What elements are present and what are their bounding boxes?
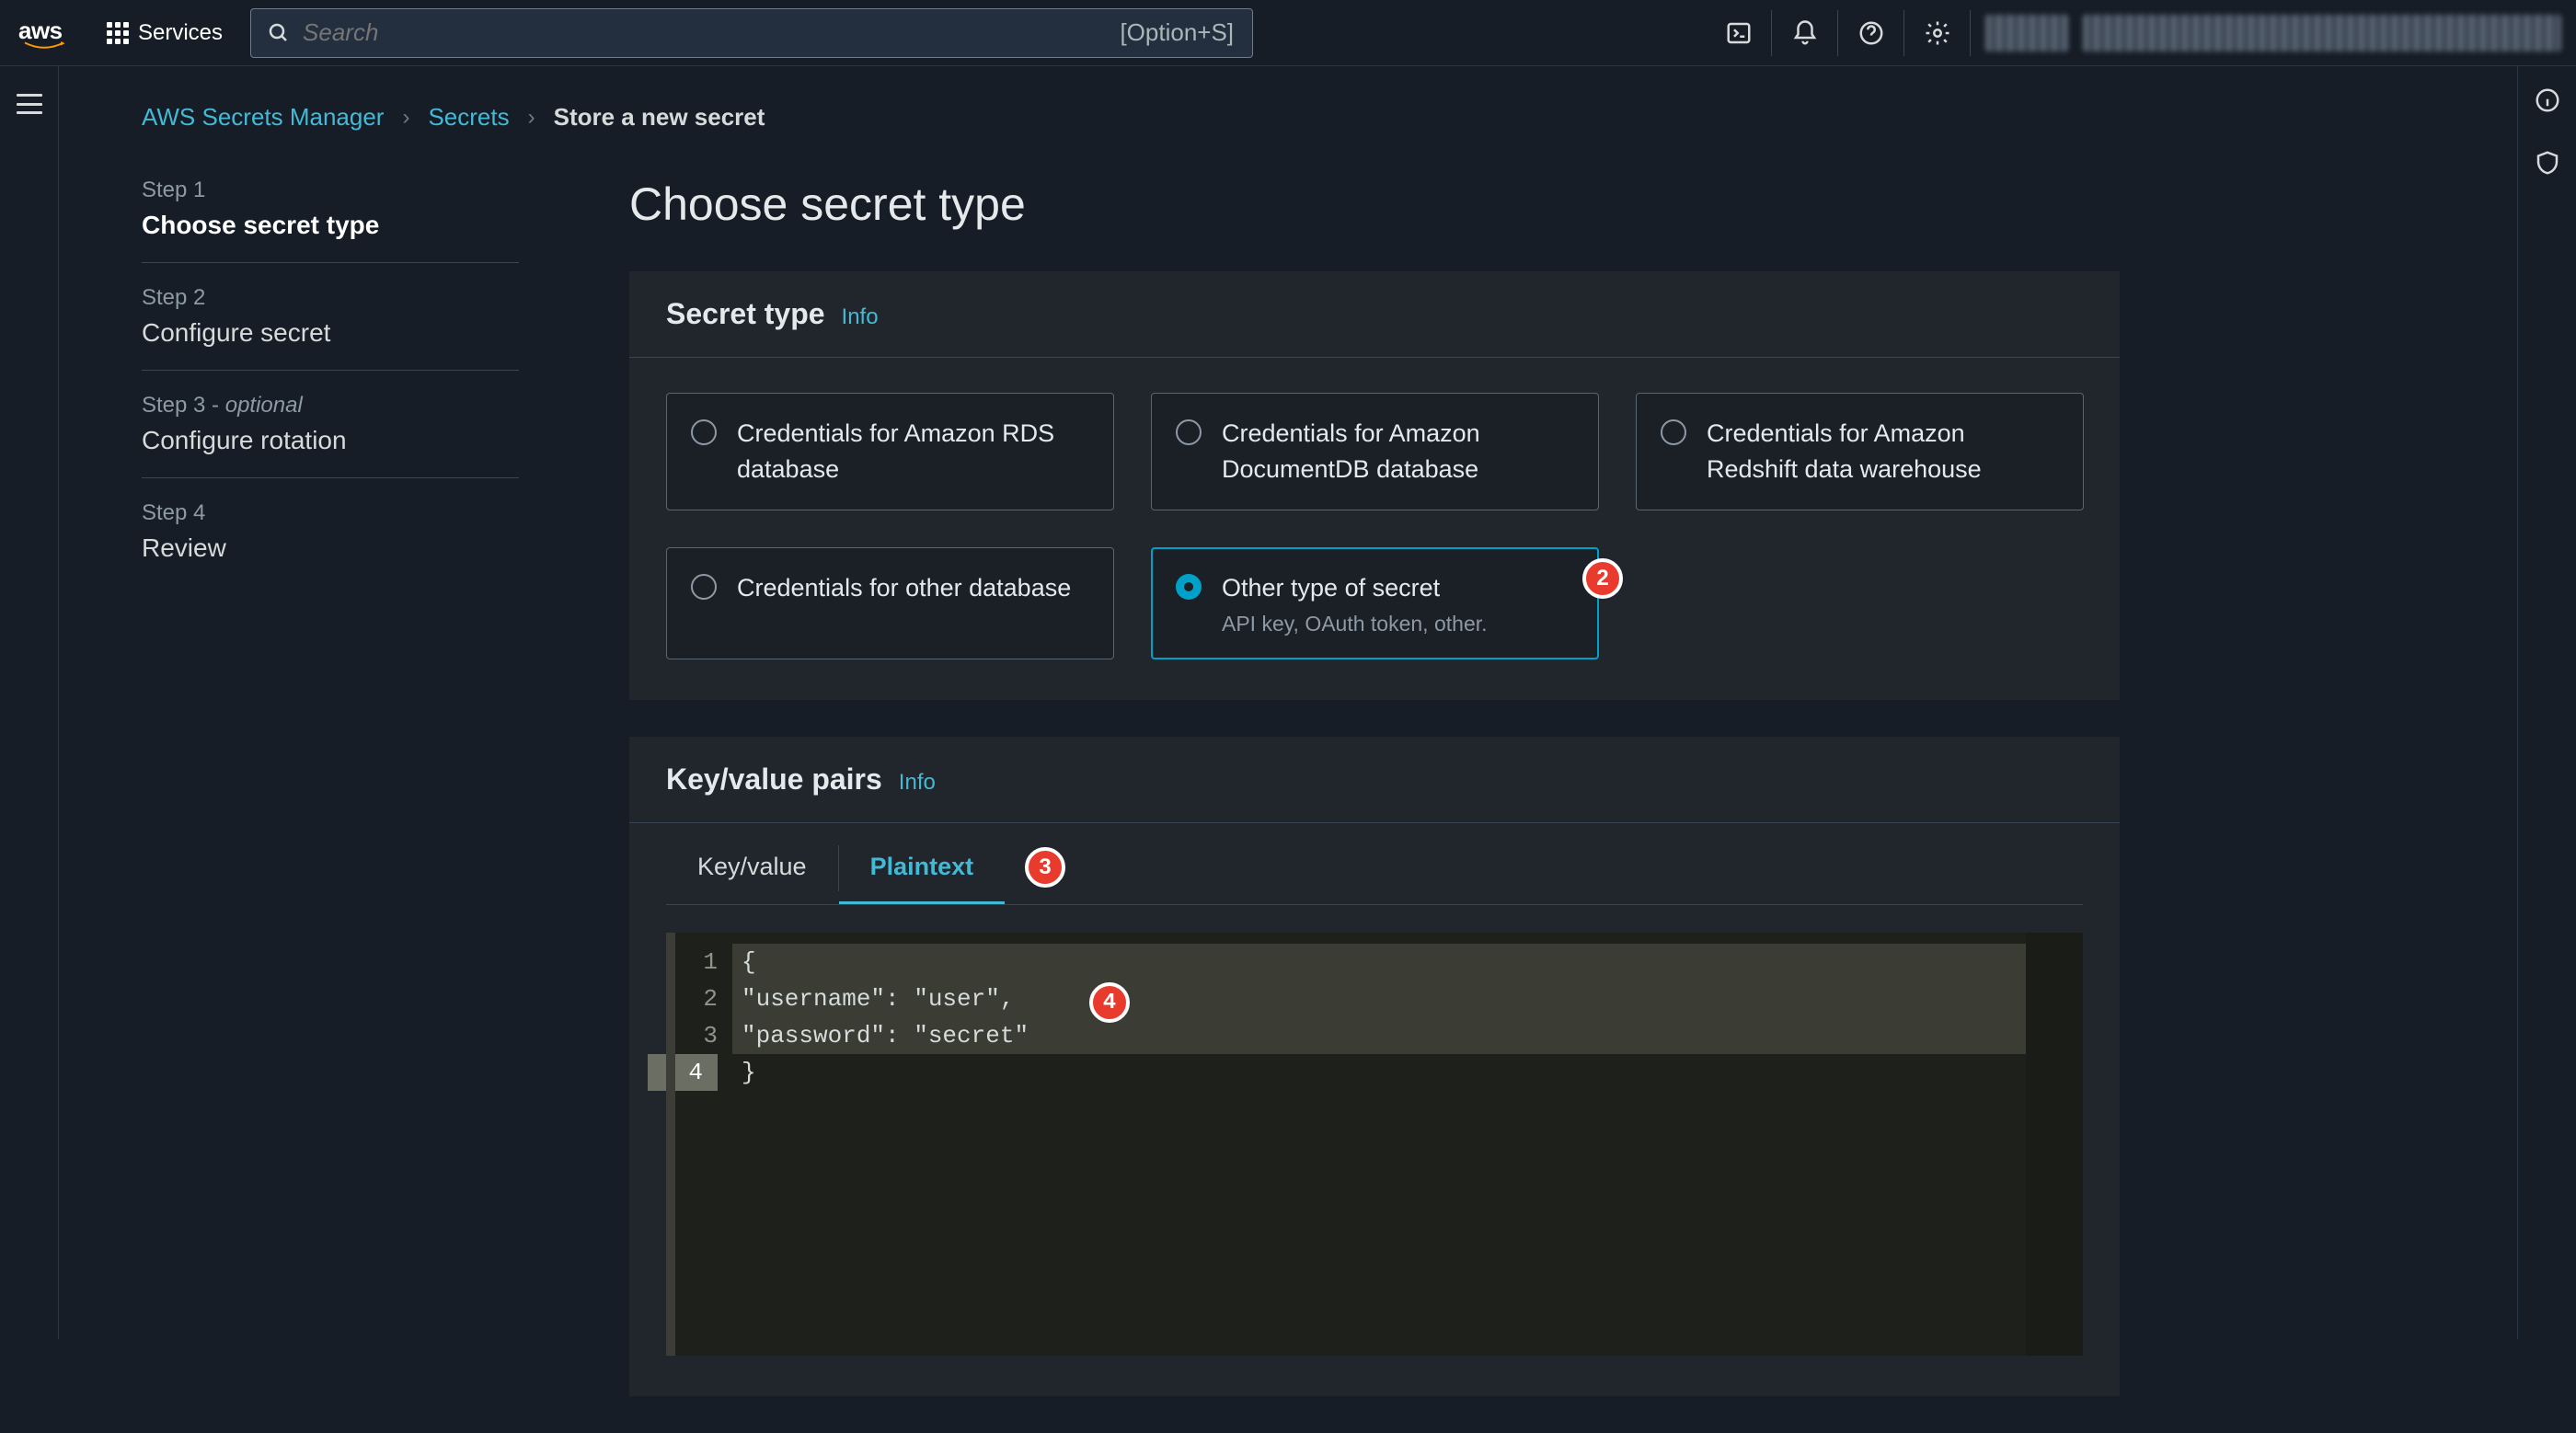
- search-input[interactable]: [303, 18, 1120, 47]
- radio-documentdb[interactable]: Credentials for Amazon DocumentDB databa…: [1151, 393, 1599, 510]
- step-1[interactable]: Step 1 Choose secret type: [142, 178, 519, 263]
- radio-redshift[interactable]: Credentials for Amazon Redshift data war…: [1636, 393, 2084, 510]
- plaintext-editor[interactable]: 1234 { "username": "user", "password": "…: [666, 933, 2083, 1356]
- secret-type-panel: Secret type Info Credentials for Amazon …: [629, 271, 2120, 700]
- code-body[interactable]: { "username": "user", "password": "secre…: [732, 933, 2083, 1356]
- radio-rds[interactable]: Credentials for Amazon RDS database: [666, 393, 1114, 510]
- hamburger-icon[interactable]: [17, 94, 42, 114]
- grid-icon: [107, 22, 129, 44]
- radio-icon: [691, 419, 717, 445]
- step-3[interactable]: Step 3 - optional Configure rotation: [142, 371, 519, 478]
- wizard-steps: Step 1 Choose secret type Step 2 Configu…: [142, 178, 519, 1433]
- tab-plaintext[interactable]: Plaintext: [839, 832, 1006, 904]
- breadcrumb-secrets[interactable]: Secrets: [428, 103, 509, 132]
- notifications-button[interactable]: [1772, 10, 1838, 56]
- page-title: Choose secret type: [629, 178, 2120, 231]
- breadcrumb-current: Store a new secret: [554, 103, 765, 132]
- info-link[interactable]: Info: [899, 770, 936, 796]
- breadcrumb: AWS Secrets Manager › Secrets › Store a …: [142, 103, 2434, 132]
- tab-keyvalue[interactable]: Key/value: [666, 832, 838, 904]
- search-icon: [268, 22, 290, 44]
- account-menu[interactable]: [2083, 15, 2561, 52]
- kv-title: Key/value pairs: [666, 762, 882, 797]
- line-gutter: 1234: [666, 933, 732, 1356]
- step-4[interactable]: Step 4 Review: [142, 478, 519, 585]
- radio-icon: [1176, 574, 1202, 600]
- step-2[interactable]: Step 2 Configure secret: [142, 263, 519, 371]
- region-selector[interactable]: [1985, 15, 2068, 52]
- chevron-right-icon: ›: [528, 105, 535, 131]
- help-button[interactable]: [1838, 10, 1904, 56]
- radio-other-secret[interactable]: Other type of secret API key, OAuth toke…: [1151, 547, 1599, 659]
- chevron-right-icon: ›: [402, 105, 409, 131]
- radio-icon: [691, 574, 717, 600]
- services-label: Services: [138, 20, 223, 46]
- annotation-2: 2: [1582, 558, 1623, 599]
- radio-icon: [1176, 419, 1202, 445]
- settings-button[interactable]: [1904, 10, 1971, 56]
- search-shortcut: [Option+S]: [1120, 18, 1234, 47]
- kv-tabs: Key/value Plaintext 3: [666, 832, 2083, 905]
- search-bar[interactable]: [Option+S]: [250, 8, 1253, 58]
- info-panel-icon[interactable]: [2534, 86, 2561, 114]
- radio-other-db[interactable]: Credentials for other database: [666, 547, 1114, 659]
- security-panel-icon[interactable]: [2534, 149, 2561, 177]
- services-menu[interactable]: Services: [107, 20, 223, 46]
- annotation-3: 3: [1025, 847, 1065, 888]
- secret-type-title: Secret type: [666, 297, 825, 331]
- cloudshell-button[interactable]: [1706, 10, 1772, 56]
- left-rail: [0, 66, 59, 1339]
- breadcrumb-service[interactable]: AWS Secrets Manager: [142, 103, 384, 132]
- info-link[interactable]: Info: [842, 304, 879, 330]
- aws-logo[interactable]: aws: [18, 17, 74, 50]
- kv-panel: Key/value pairs Info Key/value Plaintext…: [629, 737, 2120, 1396]
- radio-icon: [1661, 419, 1686, 445]
- right-rail: [2517, 66, 2576, 1339]
- top-nav: aws Services [Option+S]: [0, 0, 2576, 66]
